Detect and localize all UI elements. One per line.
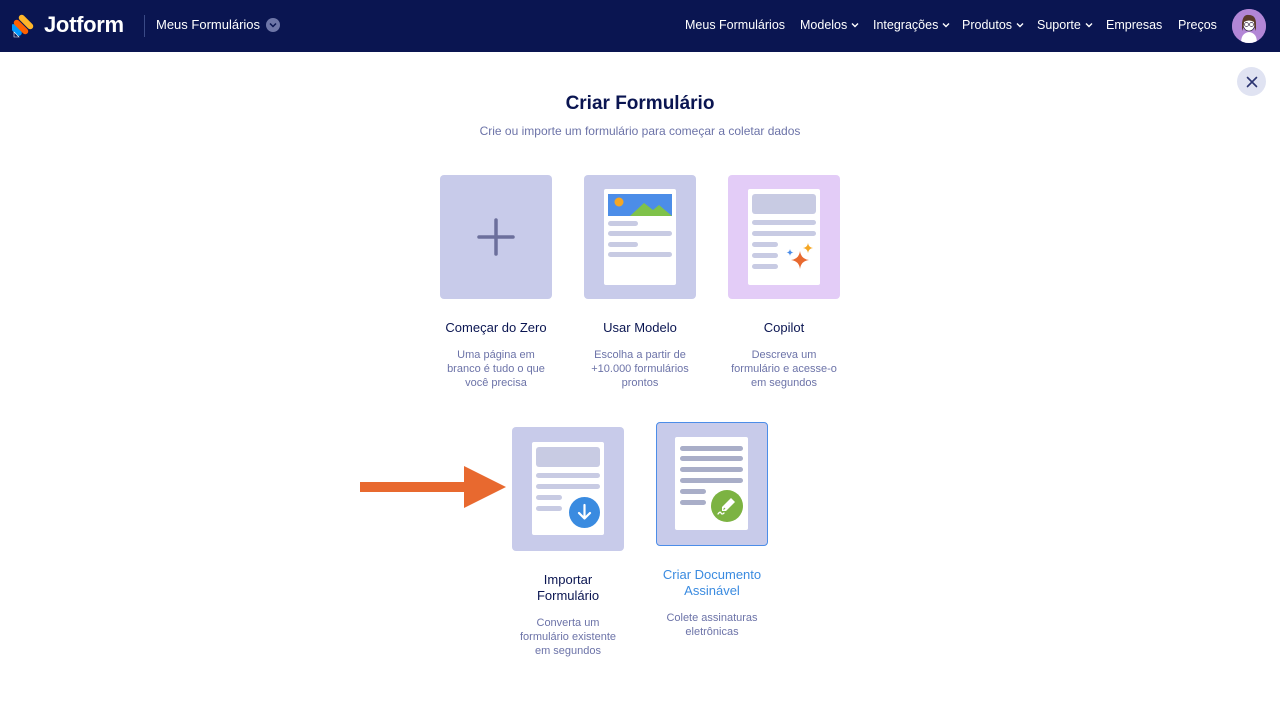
card-description: Converta um formulário existente em segu… bbox=[520, 617, 616, 657]
brand-name: Jotform bbox=[44, 12, 124, 37]
template-form-illustration bbox=[604, 189, 676, 285]
card-title: Importar Formulário bbox=[536, 572, 600, 603]
card-description: Uma página em branco é tudo o que você p… bbox=[447, 349, 545, 389]
card-tile bbox=[512, 427, 624, 551]
sparkle-icon bbox=[786, 243, 813, 269]
card-tile bbox=[656, 422, 768, 546]
close-icon bbox=[1246, 76, 1257, 87]
card-tile bbox=[584, 175, 696, 299]
user-avatar[interactable] bbox=[1232, 9, 1266, 43]
plus-icon bbox=[477, 218, 515, 256]
close-button[interactable] bbox=[1237, 67, 1266, 96]
nav-link-label: Produtos bbox=[962, 18, 1013, 32]
nav-link-support[interactable]: Suporte bbox=[1037, 18, 1093, 32]
create-sign-document-card[interactable]: Criar Documento Assinável Colete assinat… bbox=[647, 422, 777, 642]
chevron-down-icon bbox=[851, 23, 859, 28]
nav-link-products[interactable]: Produtos bbox=[962, 18, 1024, 32]
modal-subtitle: Crie ou importe um formulário para começ… bbox=[479, 124, 801, 138]
nav-link-label: Preços bbox=[1178, 18, 1217, 32]
nav-link-label: Integrações bbox=[873, 18, 939, 32]
nav-link-enterprise[interactable]: Empresas bbox=[1106, 18, 1162, 32]
card-title: Copilot bbox=[763, 320, 805, 335]
download-icon bbox=[569, 497, 600, 528]
chevron-down-icon bbox=[266, 17, 281, 32]
sign-document-illustration bbox=[675, 437, 748, 530]
nav-link-label: Meus Formulários bbox=[685, 18, 786, 32]
chevron-down-icon bbox=[1085, 23, 1093, 28]
chevron-down-icon bbox=[1016, 23, 1024, 28]
import-form-illustration bbox=[532, 442, 604, 535]
start-from-scratch-card[interactable]: Começar do Zero Uma página em branco é t… bbox=[431, 175, 561, 395]
modal-title: Criar Formulário bbox=[565, 93, 715, 114]
card-description: Colete assinaturas eletrônicas bbox=[666, 612, 758, 638]
top-navbar: Jotform Meus Formulários Meus Formulário… bbox=[0, 0, 1280, 52]
nav-link-label: Modelos bbox=[800, 18, 848, 32]
nav-link-pricing[interactable]: Preços bbox=[1178, 18, 1217, 32]
pen-icon bbox=[711, 490, 743, 522]
card-description: Escolha a partir de +10.000 formulários … bbox=[591, 349, 689, 389]
nav-link-integrations[interactable]: Integrações bbox=[873, 18, 950, 32]
copilot-form-illustration bbox=[748, 189, 820, 285]
card-description: Descreva um formulário e acesse-o em seg… bbox=[731, 349, 837, 389]
nav-divider bbox=[144, 15, 145, 37]
card-title: Usar Modelo bbox=[603, 320, 677, 335]
image-placeholder-icon bbox=[608, 194, 672, 216]
nav-link-label: Suporte bbox=[1037, 18, 1081, 32]
copilot-card[interactable]: Copilot Descreva um formulário e acesse-… bbox=[719, 175, 849, 395]
chevron-down-icon bbox=[942, 23, 950, 28]
card-title: Começar do Zero bbox=[445, 320, 547, 335]
jotform-logo[interactable]: Jotform bbox=[12, 12, 124, 38]
card-tile bbox=[440, 175, 552, 299]
my-forms-dropdown[interactable]: Meus Formulários bbox=[156, 17, 281, 32]
card-title: Criar Documento Assinável bbox=[662, 567, 762, 598]
avatar-illustration-icon bbox=[1232, 9, 1266, 43]
nav-link-my-forms[interactable]: Meus Formulários bbox=[685, 18, 785, 32]
jotform-logo-icon bbox=[12, 14, 34, 38]
nav-link-label: Empresas bbox=[1106, 18, 1163, 32]
use-template-card[interactable]: Usar Modelo Escolha a partir de +10.000 … bbox=[575, 175, 705, 395]
nav-link-templates[interactable]: Modelos bbox=[800, 18, 859, 32]
my-forms-label: Meus Formulários bbox=[156, 17, 261, 32]
card-tile bbox=[728, 175, 840, 299]
orange-arrow-icon bbox=[360, 466, 506, 508]
import-form-card[interactable]: Importar Formulário Converta um formulár… bbox=[503, 427, 633, 662]
